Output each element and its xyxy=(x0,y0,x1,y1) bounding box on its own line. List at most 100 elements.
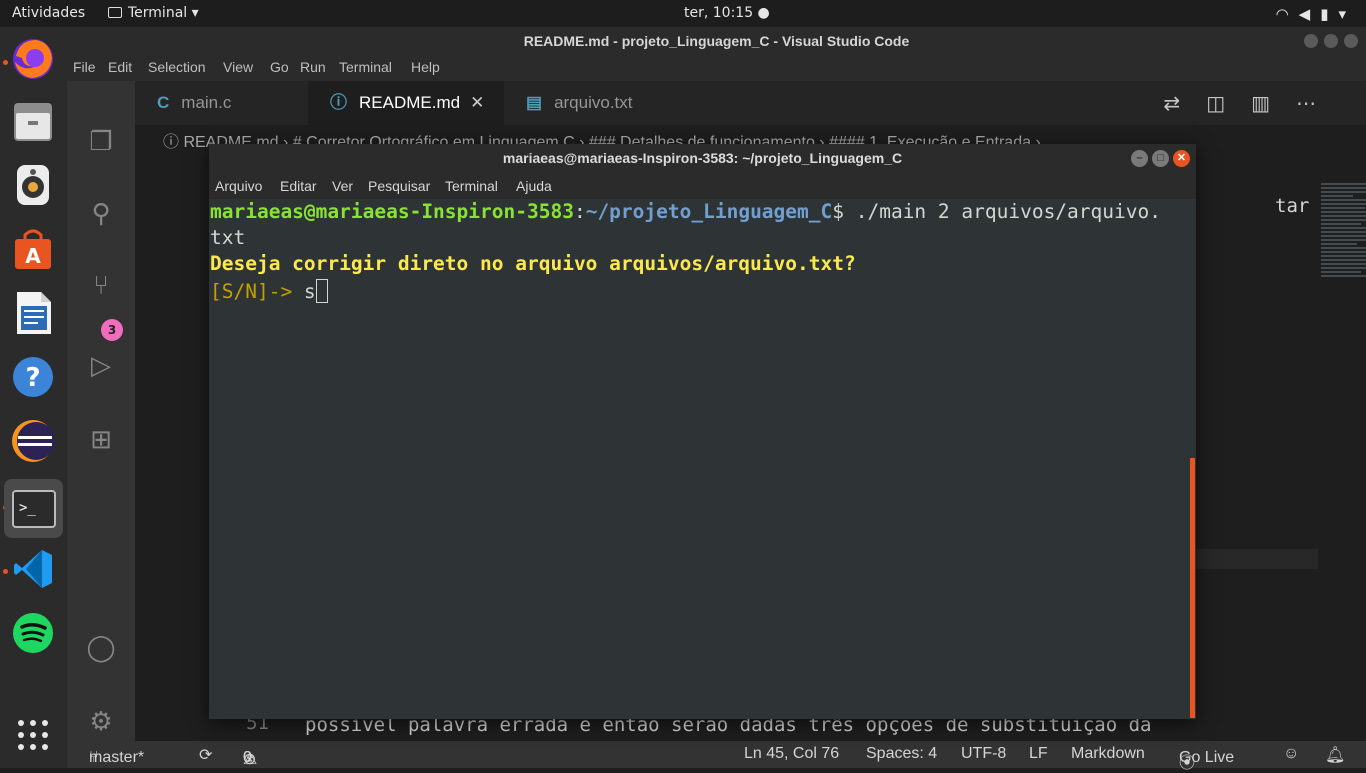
language-mode[interactable]: Markdown xyxy=(1071,745,1145,763)
eclipse-launcher[interactable] xyxy=(9,417,57,465)
help-launcher[interactable]: ? xyxy=(9,353,57,401)
menu-editar[interactable]: Editar xyxy=(280,178,317,194)
spotify-launcher[interactable] xyxy=(9,609,57,657)
vscode-window-title: README.md - projeto_Linguagem_C - Visual… xyxy=(523,33,910,49)
speaker-icon xyxy=(17,165,49,205)
editor-actions: ⇄◫▥⋯ xyxy=(1163,91,1342,115)
command-line: mariaeas@mariaeas-Inspiron-3583:~/projet… xyxy=(210,200,1161,223)
menu-pesquisar[interactable]: Pesquisar xyxy=(368,178,430,194)
open-changes-icon[interactable]: ⇄ xyxy=(1163,91,1206,115)
menu-go[interactable]: Go xyxy=(270,59,289,75)
eol-status[interactable]: LF xyxy=(1029,745,1048,763)
close-button[interactable]: ✕ xyxy=(1173,150,1190,167)
menu-arquivo[interactable]: Arquivo xyxy=(215,178,262,194)
files-icon xyxy=(14,103,52,141)
app-menu-button[interactable]: Terminal ▾ xyxy=(108,5,199,21)
extensions-icon[interactable]: ⊞ xyxy=(84,423,118,457)
menu-edit[interactable]: Edit xyxy=(108,59,132,75)
command-text: $ ./main 2 arquivos/arquivo. xyxy=(832,200,1161,223)
clock[interactable]: ter, 10:15 ● xyxy=(684,5,770,21)
tab-arquivo-txt[interactable]: ▤ arquivo.txt xyxy=(504,81,700,125)
terminal-menubar: Arquivo Editar Ver Pesquisar Terminal Aj… xyxy=(209,173,1196,199)
more-actions-icon[interactable]: ⋯ xyxy=(1296,91,1342,115)
menu-ajuda[interactable]: Ajuda xyxy=(516,178,552,194)
firefox-launcher[interactable] xyxy=(9,35,57,83)
run-debug-icon[interactable]: ▷ xyxy=(84,349,118,383)
menu-view[interactable]: View xyxy=(223,59,253,75)
scm-badge: 3 xyxy=(101,319,123,341)
minimap[interactable] xyxy=(1321,181,1366,361)
sync-icon[interactable]: ⟳ xyxy=(199,745,212,765)
tab-label: arquivo.txt xyxy=(554,93,633,112)
feedback-icon[interactable]: ☺ xyxy=(1283,745,1299,763)
terminal-scrollbar[interactable] xyxy=(1190,458,1195,718)
source-control-icon[interactable]: ⑂ xyxy=(84,269,118,303)
activity-bar: ❐ ⚲ ⑂ 3 ▷ ⊞ ◯ ⚙ xyxy=(67,81,135,741)
volume-icon: ◀ xyxy=(1298,5,1321,23)
prompt-user-host: mariaeas@mariaeas-Inspiron-3583 xyxy=(210,200,574,223)
indentation-status[interactable]: Spaces: 4 xyxy=(866,745,937,763)
account-icon[interactable]: ◯ xyxy=(84,631,118,665)
maximize-button[interactable] xyxy=(1324,34,1338,48)
menu-selection[interactable]: Selection xyxy=(148,59,206,75)
terminal-window-controls: – □ ✕ xyxy=(1131,150,1190,167)
firefox-icon xyxy=(13,39,53,79)
svg-text:?: ? xyxy=(25,363,40,393)
shopping-bag-icon: A xyxy=(15,229,51,269)
encoding-status[interactable]: UTF-8 xyxy=(961,745,1006,763)
menu-run[interactable]: Run xyxy=(300,59,326,75)
battery-icon: ▮ xyxy=(1320,5,1339,23)
document-writer-icon xyxy=(17,292,51,334)
tab-main-c[interactable]: Cmain.c xyxy=(135,81,308,125)
eclipse-icon xyxy=(12,420,55,462)
git-branch-label: master* xyxy=(89,749,145,766)
minimize-button[interactable] xyxy=(1304,34,1318,48)
cursor-position[interactable]: Ln 45, Col 76 xyxy=(744,745,839,763)
system-tray[interactable]: ◠◀▮▾ xyxy=(1276,5,1356,23)
search-icon[interactable]: ⚲ xyxy=(84,197,118,231)
svg-text:A: A xyxy=(25,244,41,268)
vscode-launcher[interactable] xyxy=(9,545,57,593)
dock: A ? >_ xyxy=(0,27,67,768)
terminal-window-title: mariaeas@mariaeas-Inspiron-3583: ~/proje… xyxy=(502,150,903,166)
editor-tabs: Cmain.c ⓘ README.md ✕ ▤ arquivo.txt ⇄◫▥⋯ xyxy=(135,81,1366,125)
terminal-window: mariaeas@mariaeas-Inspiron-3583: ~/proje… xyxy=(209,144,1196,719)
explorer-icon[interactable]: ❐ xyxy=(84,125,118,159)
maximize-button[interactable]: □ xyxy=(1152,150,1169,167)
vscode-titlebar[interactable]: README.md - projeto_Linguagem_C - Visual… xyxy=(67,27,1366,55)
split-editor-icon[interactable]: ▥ xyxy=(1251,91,1296,115)
top-panel: Atividades Terminal ▾ ter, 10:15 ● ◠◀▮▾ xyxy=(0,0,1366,27)
running-indicator xyxy=(3,569,8,574)
editor-text-fragment: tar xyxy=(1275,195,1310,217)
menu-file[interactable]: File xyxy=(73,59,96,75)
software-launcher[interactable]: A xyxy=(9,225,57,273)
status-bar: ⑂ master* ⟳ ⊗ 0 ⚠ 0 Ln 45, Col 76 Spaces: … xyxy=(67,741,1366,772)
menu-terminal[interactable]: Terminal xyxy=(339,59,392,75)
power-menu-icon: ▾ xyxy=(1338,5,1356,23)
svg-text:>_: >_ xyxy=(19,500,36,516)
notifications-bell-icon[interactable]: 🔔︎ xyxy=(1325,745,1345,765)
activities-button[interactable]: Atividades xyxy=(12,5,85,21)
close-tab-icon[interactable]: ✕ xyxy=(470,93,484,112)
terminal-launcher[interactable]: >_ xyxy=(4,479,63,538)
files-launcher[interactable] xyxy=(9,97,57,145)
tab-readme-md[interactable]: ⓘ README.md ✕ xyxy=(308,81,504,125)
apps-grid-icon xyxy=(18,720,48,750)
menu-terminal[interactable]: Terminal xyxy=(445,178,498,194)
terminal-icon: >_ xyxy=(11,489,56,528)
minimize-button[interactable]: – xyxy=(1131,150,1148,167)
warning-count: 0 xyxy=(243,749,252,766)
tab-label: README.md xyxy=(359,93,461,112)
settings-gear-icon[interactable]: ⚙ xyxy=(84,705,118,739)
wifi-icon: ◠ xyxy=(1275,5,1299,23)
menu-ver[interactable]: Ver xyxy=(332,178,353,194)
rhythmbox-launcher[interactable] xyxy=(9,161,57,209)
show-apps-button[interactable] xyxy=(9,711,57,759)
writer-launcher[interactable] xyxy=(9,289,57,337)
terminal-titlebar[interactable]: mariaeas@mariaeas-Inspiron-3583: ~/proje… xyxy=(209,144,1196,173)
menu-help[interactable]: Help xyxy=(411,59,440,75)
open-preview-icon[interactable]: ◫ xyxy=(1206,91,1251,115)
terminal-output[interactable]: mariaeas@mariaeas-Inspiron-3583:~/projet… xyxy=(209,199,1196,719)
go-live-label: Go Live xyxy=(1179,749,1235,766)
close-button[interactable] xyxy=(1344,34,1358,48)
